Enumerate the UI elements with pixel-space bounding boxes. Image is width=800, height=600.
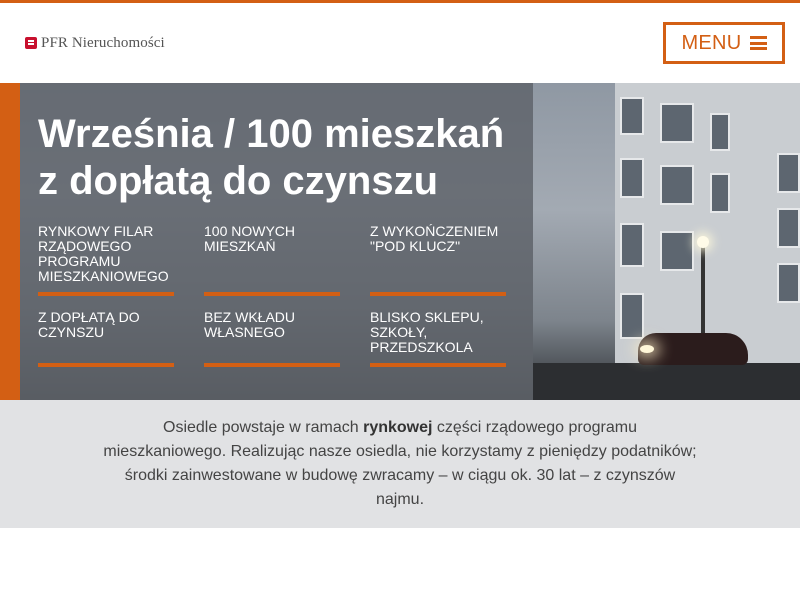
feature-divider bbox=[204, 363, 340, 367]
hamburger-icon bbox=[749, 36, 767, 50]
building-window bbox=[620, 223, 644, 267]
feature-divider bbox=[38, 363, 174, 367]
info-text-bold: rynkowej bbox=[363, 419, 433, 436]
building-window bbox=[777, 263, 800, 303]
logo[interactable]: PFR Nieruchomości bbox=[25, 33, 165, 53]
building-window bbox=[620, 158, 644, 198]
feature-divider bbox=[370, 292, 506, 296]
feature-item: 100 NOWYCH MIESZKAŃ bbox=[204, 223, 296, 254]
feature-divider bbox=[204, 292, 340, 296]
hero-title: Września / 100 mieszkań z dopłatą do czy… bbox=[38, 111, 528, 205]
feature-item: RYNKOWY FILAR RZĄDOWEGO PROGRAMU MIESZKA… bbox=[38, 223, 169, 284]
pfr-logo-icon bbox=[25, 37, 37, 49]
hero-accent-strip bbox=[0, 83, 20, 400]
menu-label: MENU bbox=[681, 31, 742, 54]
feature-item: BLISKO SKLEPU, SZKOŁY, PRZEDSZKOLA bbox=[370, 309, 484, 355]
feature-item: Z WYKOŃCZENIEM "POD KLUCZ" bbox=[370, 223, 499, 254]
lamp-light bbox=[697, 236, 709, 248]
building-window bbox=[620, 293, 644, 339]
info-paragraph: Osiedle powstaje w ramach rynkowej częśc… bbox=[100, 416, 700, 512]
car bbox=[638, 333, 748, 365]
feature-item: BEZ WKŁADU WŁASNEGO bbox=[204, 309, 296, 340]
building-window bbox=[660, 231, 694, 271]
info-text-start: Osiedle powstaje w ramach bbox=[163, 419, 364, 436]
street bbox=[533, 363, 800, 400]
car-headlight bbox=[640, 345, 654, 353]
menu-button[interactable]: MENU bbox=[663, 22, 785, 64]
street-lamp bbox=[701, 241, 705, 341]
info-section: Osiedle powstaje w ramach rynkowej częśc… bbox=[0, 400, 800, 528]
feature-divider bbox=[38, 292, 174, 296]
building-window bbox=[710, 173, 730, 213]
feature-item: Z DOPŁATĄ DO CZYNSZU bbox=[38, 309, 140, 340]
building-window bbox=[710, 113, 730, 151]
hero-title-line: Września / 100 mieszkań bbox=[38, 112, 505, 156]
hero-section: Września / 100 mieszkań z dopłatą do czy… bbox=[0, 83, 800, 400]
building-window bbox=[777, 208, 800, 248]
building-window bbox=[660, 103, 694, 143]
site-header: PFR Nieruchomości MENU bbox=[0, 3, 800, 83]
building-window bbox=[620, 97, 644, 135]
building-window bbox=[777, 153, 800, 193]
building-window bbox=[660, 165, 694, 205]
logo-text: PFR Nieruchomości bbox=[41, 34, 165, 51]
feature-divider bbox=[370, 363, 506, 367]
hero-title-line: z dopłatą do czynszu bbox=[38, 159, 439, 203]
